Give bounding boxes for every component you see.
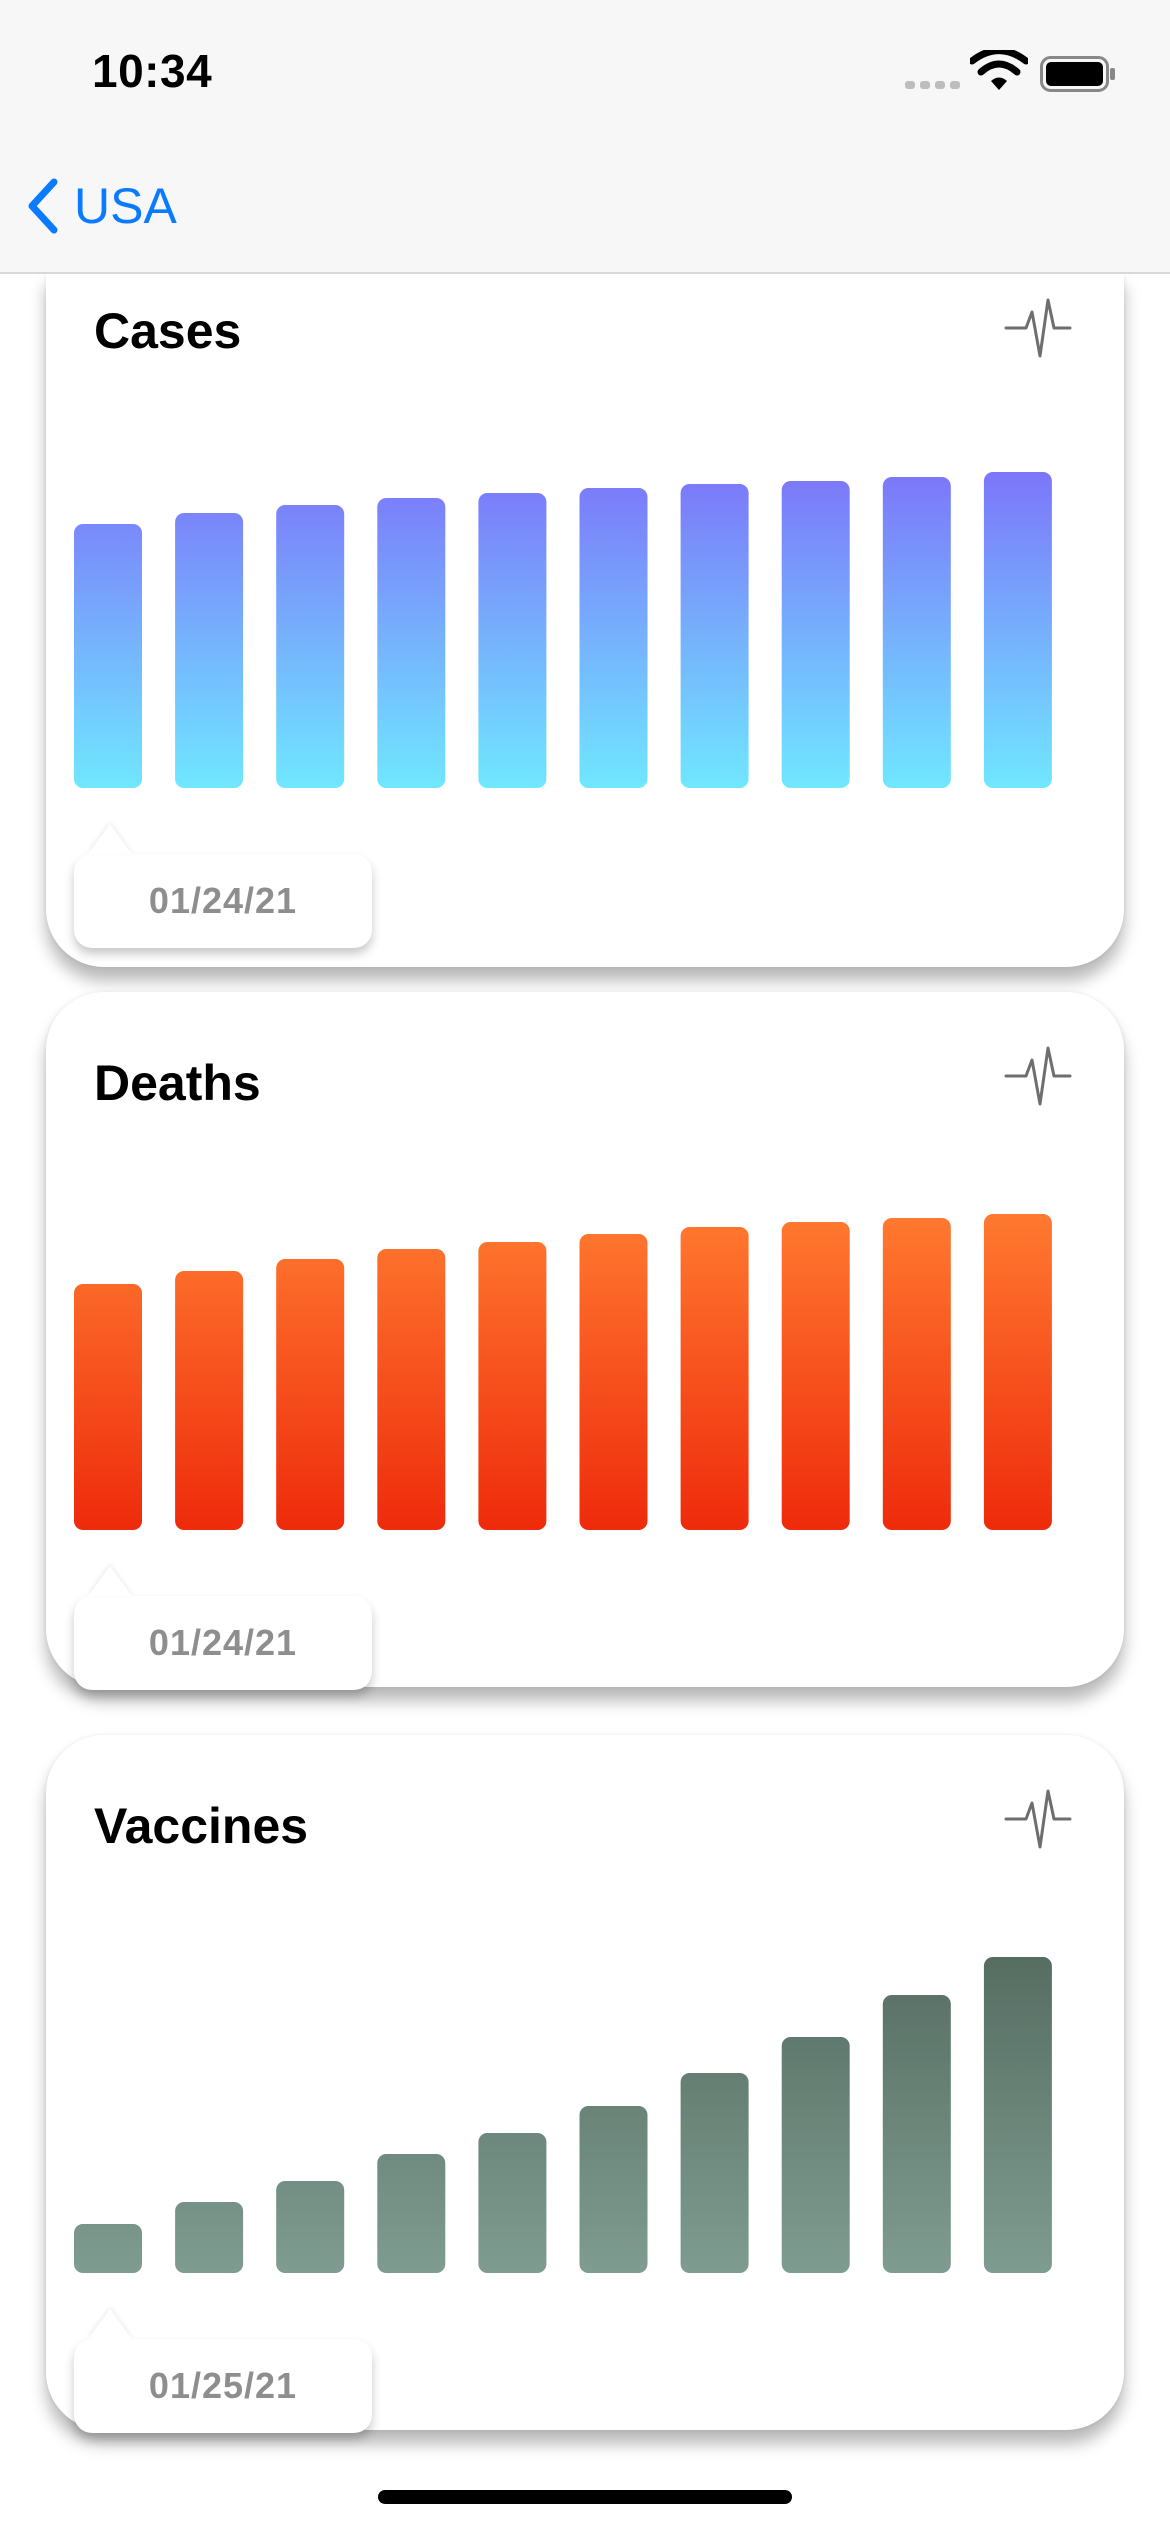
chart-bar[interactable] — [377, 2154, 446, 2273]
date-tooltip: 01/24/21 — [74, 854, 372, 948]
tooltip-date: 01/24/21 — [148, 1622, 298, 1663]
chart-bar[interactable] — [74, 524, 142, 788]
chart-bar[interactable] — [882, 1218, 951, 1530]
cellular-signal-icon — [905, 81, 960, 89]
back-button[interactable]: USA — [24, 176, 177, 236]
chart-bar[interactable] — [377, 1249, 446, 1530]
chart-bar[interactable] — [74, 1284, 142, 1530]
chart-bar[interactable] — [276, 505, 345, 788]
chart-bar[interactable] — [680, 484, 749, 788]
vaccines-chart — [74, 1957, 1052, 2273]
chart-bar[interactable] — [781, 2037, 850, 2273]
chart-bar[interactable] — [579, 2106, 648, 2273]
chart-bar[interactable] — [175, 513, 244, 788]
status-time: 10:34 — [92, 45, 213, 97]
tooltip-date: 01/24/21 — [148, 880, 298, 921]
deaths-chart — [74, 1214, 1052, 1530]
chart-bar[interactable] — [175, 1271, 244, 1530]
chart-bar[interactable] — [478, 2133, 547, 2273]
chart-bar[interactable] — [781, 481, 850, 788]
chart-bar[interactable] — [983, 472, 1052, 788]
chart-bar[interactable] — [781, 1222, 850, 1530]
navigation-bar: 10:34 USA — [0, 0, 1170, 274]
chart-bar[interactable] — [882, 1995, 951, 2273]
chart-bar[interactable] — [983, 1214, 1052, 1530]
battery-icon — [1040, 56, 1115, 92]
chart-bar[interactable] — [377, 498, 446, 788]
cases-card[interactable]: Cases 01/24/21 — [46, 272, 1124, 967]
chart-bar[interactable] — [478, 1242, 547, 1530]
chevron-left-icon — [28, 178, 58, 234]
wifi-icon — [970, 50, 1028, 90]
chart-bar[interactable] — [276, 2181, 345, 2273]
vaccines-card[interactable]: Vaccines 01/25/21 — [46, 1735, 1124, 2433]
date-tooltip: 01/25/21 — [74, 2339, 372, 2433]
chart-bar[interactable] — [579, 1234, 648, 1530]
chart-bar[interactable] — [579, 488, 648, 788]
chart-bar[interactable] — [983, 1957, 1052, 2273]
chart-bar[interactable] — [882, 477, 951, 788]
back-button-label: USA — [74, 178, 177, 234]
chart-bar[interactable] — [175, 2202, 244, 2273]
chart-bar[interactable] — [276, 1259, 345, 1530]
home-indicator[interactable] — [378, 2490, 792, 2504]
date-tooltip: 01/24/21 — [74, 1596, 372, 1690]
tooltip-date: 01/25/21 — [148, 2365, 298, 2406]
chart-bar[interactable] — [680, 1227, 749, 1530]
deaths-card[interactable]: Deaths 01/24/21 — [46, 992, 1124, 1690]
chart-bar[interactable] — [74, 2224, 142, 2273]
chart-bar[interactable] — [680, 2073, 749, 2273]
chart-bar[interactable] — [478, 493, 547, 788]
